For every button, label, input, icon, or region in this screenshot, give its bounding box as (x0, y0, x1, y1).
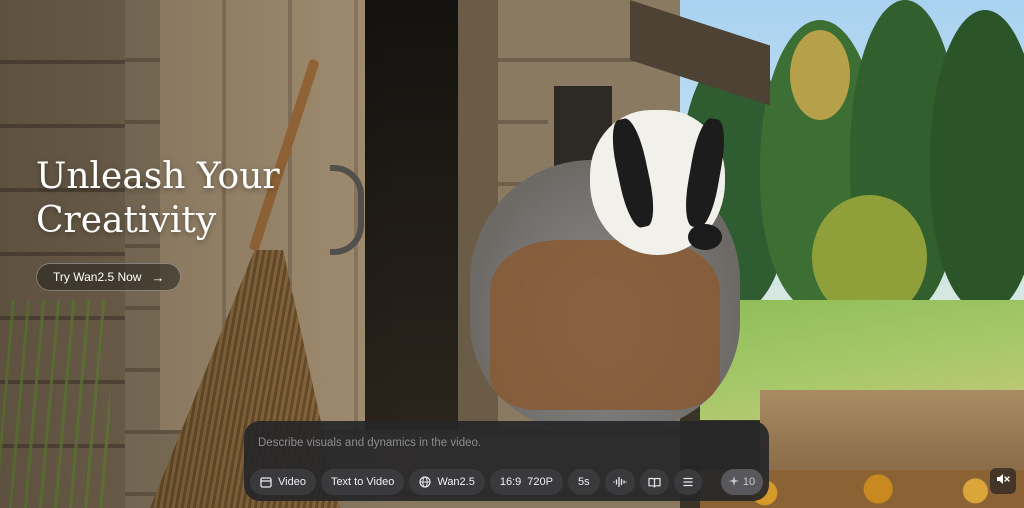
mode-selector[interactable]: Video (250, 469, 316, 495)
task-selector[interactable]: Text to Video (320, 469, 405, 495)
duration-value: 5s (577, 476, 590, 488)
waveform-icon (612, 476, 627, 488)
list-icon (682, 477, 694, 487)
tree (790, 30, 850, 120)
arrow-right-icon: → (151, 269, 165, 285)
badger-vest (490, 240, 720, 410)
hero: Unleash Your Creativity (36, 155, 366, 243)
guide-button[interactable] (639, 469, 669, 495)
generate-button[interactable]: 10 (721, 469, 763, 495)
sparkle-icon (728, 475, 739, 489)
model-selector[interactable]: Wan2.5 (409, 469, 485, 495)
aspect-ratio-value: 16:9 (499, 476, 522, 488)
duration-selector[interactable]: 5s (567, 469, 600, 495)
globe-icon (419, 476, 431, 488)
model-label: Wan2.5 (437, 476, 475, 488)
mode-label: Video (278, 476, 306, 488)
badger-nose (688, 224, 722, 250)
hero-title-line2: Creativity (36, 200, 217, 241)
prompt-input[interactable] (258, 433, 753, 453)
speaker-muted-icon (996, 472, 1010, 490)
composer-toolbar: Video Text to Video Wan2.5 16:9 720P 5s (250, 468, 702, 496)
video-icon (260, 476, 272, 488)
audio-button[interactable] (604, 469, 635, 495)
try-now-button[interactable]: Try Wan2.5 Now → (36, 263, 182, 291)
generate-cost: 10 (742, 476, 756, 488)
prompt-composer: Video Text to Video Wan2.5 16:9 720P 5s (244, 421, 769, 501)
try-now-label: Try Wan2.5 Now (53, 270, 142, 284)
task-label: Text to Video (330, 476, 395, 488)
mute-button[interactable] (990, 468, 1016, 494)
hero-title-line1: Unleash Your (36, 156, 280, 197)
settings-list-button[interactable] (673, 469, 702, 495)
hero-title: Unleash Your Creativity (36, 155, 366, 243)
format-selector[interactable]: 16:9 720P (489, 469, 563, 495)
book-icon (648, 477, 661, 488)
resolution-value: 720P (527, 476, 553, 488)
